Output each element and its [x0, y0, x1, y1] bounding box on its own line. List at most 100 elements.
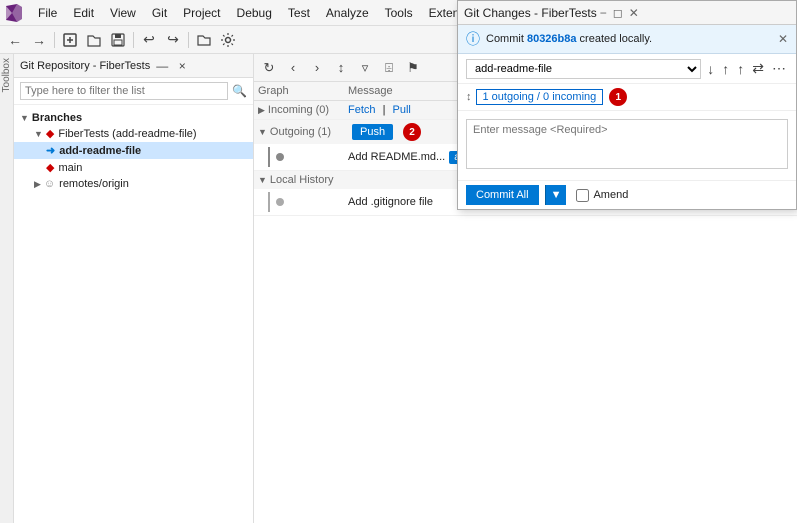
outgoing-commit-graph: [258, 147, 348, 167]
gc-minimize-btn[interactable]: ◻: [610, 6, 626, 20]
history-next-btn[interactable]: ›: [306, 57, 328, 79]
main-branch-icon: ◆: [46, 161, 54, 174]
toolbar-sep-2: [133, 32, 134, 48]
toolbar-undo-btn[interactable]: ↩: [138, 29, 160, 51]
menu-view[interactable]: View: [102, 4, 144, 22]
history-tag-btn[interactable]: ⚑: [402, 57, 424, 79]
gc-sync-bar: ↕ 1 outgoing / 0 incoming 1: [458, 84, 796, 111]
branches-section-label[interactable]: ▼ Branches: [14, 111, 253, 125]
commit-message-input[interactable]: [466, 119, 788, 169]
toolbar-redo-btn[interactable]: ↪: [162, 29, 184, 51]
branches-search-icon: 🔍: [232, 84, 247, 98]
info-text: Commit 80326b8a created locally.: [486, 33, 772, 45]
panel-pin-btn[interactable]: —: [154, 58, 170, 74]
branches-tree: ▼ Branches ▼ ◆ FiberTests (add-readme-fi…: [14, 105, 253, 523]
active-branch-label: add-readme-file: [59, 145, 141, 157]
active-branch-item[interactable]: ➜ add-readme-file: [14, 142, 253, 159]
menu-file[interactable]: File: [30, 4, 65, 22]
toolbar-forward-btn[interactable]: →: [28, 29, 50, 51]
toolbar-settings-btn[interactable]: [217, 29, 239, 51]
sync-link[interactable]: 1 outgoing / 0 incoming: [476, 89, 604, 105]
menu-edit[interactable]: Edit: [65, 4, 102, 22]
gc-info-bar: ⓘ Commit 80326b8a created locally. ✕: [458, 25, 796, 54]
amend-checkbox[interactable]: [576, 189, 589, 202]
branches-filter-input[interactable]: [20, 82, 228, 100]
toolbox: Toolbox: [0, 54, 14, 523]
gc-fetch-btn[interactable]: ↓: [705, 59, 716, 79]
outgoing-chevron: ▼: [258, 127, 267, 137]
remotes-item[interactable]: ▶ ☺ remotes/origin: [14, 176, 253, 192]
amend-area: Amend: [576, 189, 628, 202]
git-changes-panel: Git Changes - FiberTests − ◻ ✕ ⓘ Commit …: [457, 0, 797, 210]
sync-badge: 1: [609, 88, 627, 106]
commit-all-dropdown-btn[interactable]: ▼: [545, 185, 567, 205]
toolbar-sep-1: [54, 32, 55, 48]
branches-chevron: ▼: [20, 113, 29, 123]
menu-git[interactable]: Git: [144, 4, 175, 22]
history-sync-btn[interactable]: ↕: [330, 57, 352, 79]
history-filter-btn[interactable]: ▿: [354, 57, 376, 79]
sync-arrows-icon: ↕: [466, 91, 472, 103]
gc-branch-bar: add-readme-file ↓ ↑ ↑ ⇄ ⋯: [458, 54, 796, 84]
pull-link[interactable]: Pull: [393, 104, 411, 116]
amend-label[interactable]: Amend: [593, 189, 628, 201]
toolbar-open-btn[interactable]: [83, 29, 105, 51]
gc-close-btn[interactable]: ✕: [626, 6, 642, 20]
gc-message-area: [458, 111, 796, 181]
toolbar-folder-btn[interactable]: [193, 29, 215, 51]
local-history-label: Local History: [270, 174, 334, 186]
main-branch-label: main: [58, 162, 82, 174]
push-button[interactable]: Push: [352, 124, 393, 140]
commit-link[interactable]: 80326b8a: [527, 33, 577, 45]
fibertests-branch-label: FiberTests (add-readme-file): [58, 128, 196, 140]
gc-pin-btn[interactable]: −: [597, 6, 610, 20]
incoming-chevron: ▶: [258, 105, 265, 116]
menu-debug[interactable]: Debug: [229, 4, 280, 22]
fetch-link[interactable]: Fetch: [348, 104, 376, 116]
graph-col-header: Graph: [254, 84, 344, 98]
commit-all-button[interactable]: Commit All: [466, 185, 539, 205]
branches-section: ▼ Branches ▼ ◆ FiberTests (add-readme-fi…: [14, 109, 253, 194]
outgoing-commit-text: Add README.md...: [348, 151, 445, 163]
incoming-label: Incoming (0): [268, 104, 329, 116]
main-branch-item[interactable]: ◆ main: [14, 159, 253, 176]
menu-analyze[interactable]: Analyze: [318, 4, 377, 22]
branch-select[interactable]: add-readme-file: [466, 59, 701, 79]
local-commit-text: Add .gitignore file: [348, 196, 433, 208]
toolbar-save-btn[interactable]: [107, 29, 129, 51]
history-prev-btn[interactable]: ‹: [282, 57, 304, 79]
branches-search: 🔍: [14, 78, 253, 105]
toolbar-back-btn[interactable]: ←: [4, 29, 26, 51]
panel-close-btn[interactable]: ×: [174, 58, 190, 74]
info-icon: ⓘ: [466, 29, 480, 49]
git-changes-title: Git Changes - FiberTests: [464, 6, 597, 20]
panel-title: Git Repository - FiberTests: [20, 60, 150, 72]
local-history-chevron: ▼: [258, 175, 267, 185]
menu-tools[interactable]: Tools: [377, 4, 421, 22]
fibertests-chevron: ▼: [34, 129, 43, 139]
toolbar-new-project-btn[interactable]: [59, 29, 81, 51]
branches-panel: Git Repository - FiberTests — × 🔍 ▼ Bran…: [14, 54, 254, 523]
fibertests-branch-item[interactable]: ▼ ◆ FiberTests (add-readme-file): [14, 125, 253, 142]
toolbar-sep-3: [188, 32, 189, 48]
app-logo: [4, 3, 24, 23]
gc-action-bar: Commit All ▼ Amend: [458, 181, 796, 209]
info-close-btn[interactable]: ✕: [778, 32, 788, 46]
gc-pull-btn[interactable]: ↑: [720, 59, 731, 79]
active-branch-icon: ➜: [46, 144, 55, 157]
local-commit-graph: [258, 192, 348, 212]
history-refresh-btn[interactable]: ↻: [258, 57, 280, 79]
gc-push-btn[interactable]: ↑: [735, 59, 746, 79]
remotes-chevron: ▶: [34, 179, 41, 190]
gc-sync-btn[interactable]: ⇄: [750, 58, 766, 79]
toolbox-label: Toolbox: [1, 54, 12, 96]
gc-more-btn[interactable]: ⋯: [770, 58, 788, 79]
push-badge: 2: [403, 123, 421, 141]
menu-test[interactable]: Test: [280, 4, 318, 22]
remotes-label: remotes/origin: [59, 178, 129, 190]
history-branch-btn[interactable]: ⌹: [378, 57, 400, 79]
menu-project[interactable]: Project: [175, 4, 228, 22]
fibertests-branch-icon: ◆: [46, 127, 54, 140]
remote-icon: ☺: [44, 178, 55, 190]
incoming-graph: ▶ Incoming (0): [258, 104, 348, 116]
